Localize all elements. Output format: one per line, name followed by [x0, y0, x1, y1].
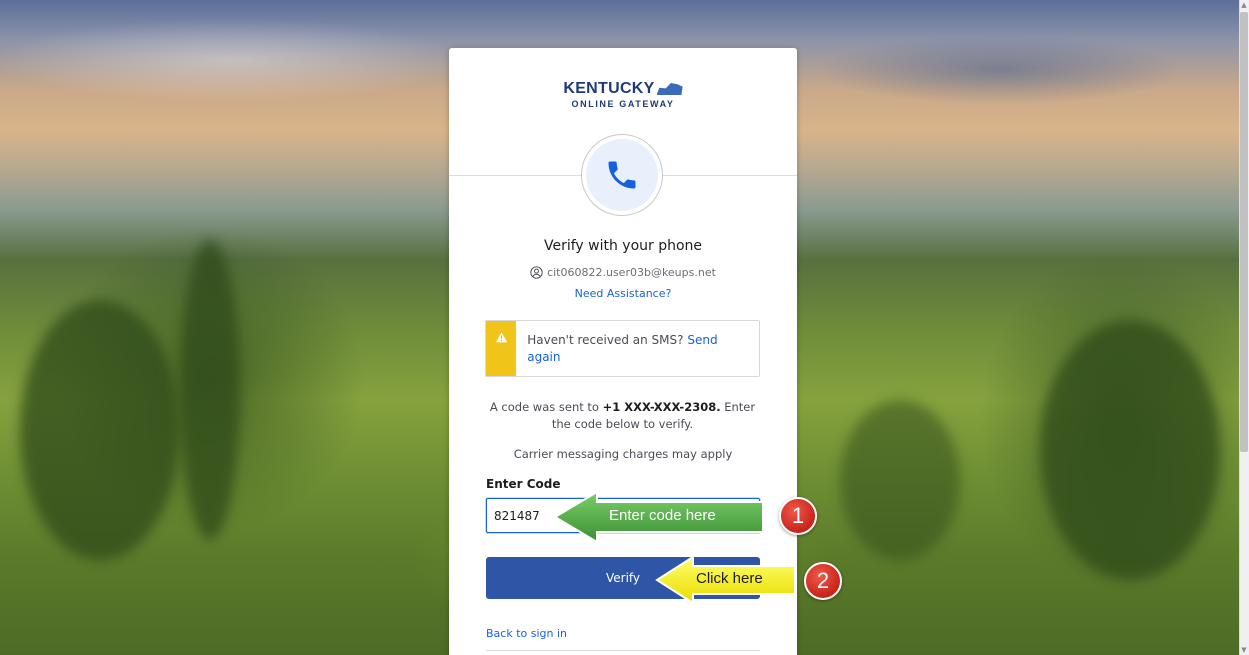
scroll-thumb[interactable] [1240, 12, 1248, 452]
code-sent-message: A code was sent to +1 XXX-XXX-2308. Ente… [485, 399, 760, 433]
phone-icon [608, 161, 636, 189]
tree-shape [20, 300, 180, 560]
need-assistance-link[interactable]: Need Assistance? [449, 287, 797, 300]
username-text: cit060822.user03b@keups.net [547, 266, 716, 279]
tree-shape [180, 240, 240, 540]
page-scrollbar[interactable]: ▲ ▼ [1239, 0, 1249, 655]
footer-divider [486, 650, 760, 651]
carrier-charges-note: Carrier messaging charges may apply [513, 447, 733, 461]
sms-callout: Haven't received an SMS? Send again [485, 320, 760, 377]
scroll-down-icon[interactable]: ▼ [1240, 646, 1248, 654]
tree-shape [840, 400, 960, 560]
annotation-enter-code-label: Enter code here [609, 507, 716, 524]
logo-title: KENTUCKY [563, 80, 655, 97]
callout-text: Haven't received an SMS? [527, 333, 684, 347]
kentucky-state-icon [656, 83, 683, 95]
masked-phone-number: +1 XXX-XXX-2308. [602, 400, 721, 414]
back-to-sign-in-link[interactable]: Back to sign in [486, 627, 567, 640]
username-line: cit060822.user03b@keups.net [449, 266, 797, 279]
logo-subtitle: ONLINE GATEWAY [571, 99, 675, 109]
enter-code-label: Enter Code [486, 477, 561, 491]
annotation-click-here-label: Click here [696, 570, 763, 587]
annotation-arrow-enter-code: Enter code here [553, 490, 766, 544]
scroll-up-icon[interactable]: ▲ [1240, 1, 1248, 9]
warning-icon [495, 332, 507, 343]
user-circle-icon [530, 266, 543, 279]
sent-prefix: A code was sent to [489, 400, 599, 414]
step-2-badge: 2 [804, 562, 842, 600]
annotation-arrow-click-here: Click here [655, 555, 798, 605]
phone-badge [581, 134, 663, 216]
kentucky-logo: KENTUCKY ONLINE GATEWAY [449, 78, 797, 109]
tree-shape [1040, 320, 1220, 580]
page-title: Verify with your phone [543, 238, 703, 254]
step-1-badge: 1 [779, 497, 817, 535]
